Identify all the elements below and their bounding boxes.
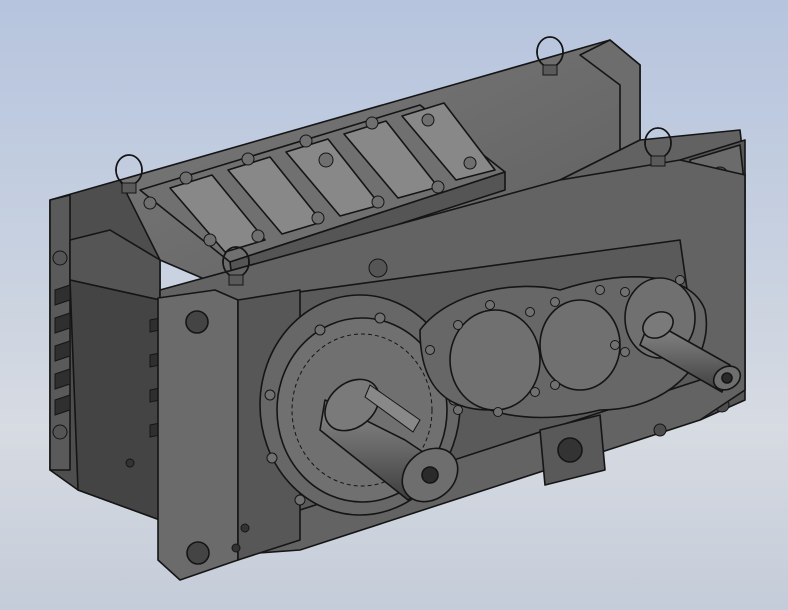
gearbox-model[interactable]	[0, 0, 788, 610]
cad-viewport[interactable]	[0, 0, 788, 610]
left-end-housing	[49, 179, 161, 521]
